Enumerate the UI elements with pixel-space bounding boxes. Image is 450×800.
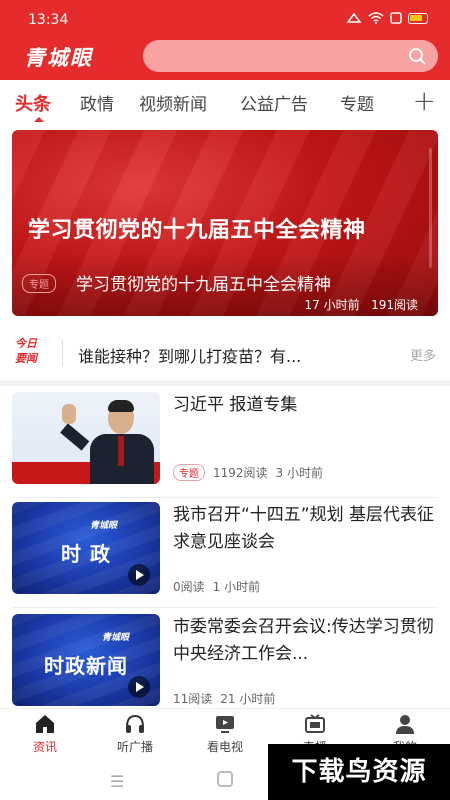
status-time: 13:34 [28,12,69,28]
banner-caption: 学习贯彻党的十九届五中全会精神 [76,275,331,295]
news-thumbnail: 青城眼 时 政 [12,502,160,594]
news-meta: 11阅读 21 小时前 [173,690,275,707]
news-item[interactable]: 青城眼 时 政 我市召开“十四五”规划 基层代表征求意见座谈会 0阅读 1 小时… [0,498,450,608]
nav-item-radio[interactable]: 听广播 [90,713,180,755]
tab-headlines[interactable]: 头条 [15,90,51,116]
news-reads: 11阅读 [173,692,213,706]
news-title: 习近平 报道专集 [173,395,298,415]
status-icons [346,12,428,24]
battery-icon [408,12,428,24]
live-icon [305,714,325,733]
hot-news-ticker[interactable]: 今日 要闻 谁能接种？到哪儿打疫苗？有... 更多 [0,326,450,380]
section-divider [0,380,450,386]
news-time: 3 小时前 [275,466,323,480]
status-bar: 13:34 [0,0,450,36]
thumb-hand [62,404,76,424]
news-meta: 专题 1192阅读 3 小时前 [173,464,323,481]
news-reads: 1192阅读 [213,466,268,480]
hot-news-badge: 今日 要闻 [15,336,37,366]
thumb-tie [118,436,124,466]
news-title: 我市召开“十四五”规划 基层代表征求意见座谈会 [173,505,435,552]
nav-item-tv[interactable]: 看电视 [180,713,270,755]
thumb-title: 时政新闻 [44,654,128,678]
featured-banner[interactable]: 学习贯彻党的十九届五中全会精神 专题 学习贯彻党的十九届五中全会精神 17 小时… [12,130,438,316]
active-tab-indicator [34,117,44,122]
tab-video-news[interactable]: 视频新闻 [139,90,207,115]
news-thumbnail: 青城眼 时政新闻 [12,614,160,706]
news-meta: 0阅读 1 小时前 [173,578,260,595]
banner-reads: 191阅读 [371,298,418,312]
divider [12,607,438,608]
notification-icon [346,12,362,23]
news-tag: 专题 [173,464,205,481]
tab-politics[interactable]: 政情 [80,90,114,115]
home-button-icon[interactable] [217,771,233,787]
banner-decoration [429,148,432,268]
thumb-title: 时 政 [61,542,111,566]
headphones-icon [126,714,144,733]
nav-item-news[interactable]: 资讯 [0,713,90,755]
thumb-hair [108,400,134,412]
tab-public-ads[interactable]: 公益广告 [240,90,308,115]
nav-label: 资讯 [32,740,57,754]
watermark: 下载鸟资源 [268,744,450,800]
app-header: 13:34 青城眼 [0,0,450,80]
news-thumbnail [12,392,160,484]
banner-time: 17 小时前 [304,298,360,312]
category-tabs: 头条 政情 视频新闻 公益广告 专题 + [0,80,450,124]
sim-icon [390,12,402,24]
thumb-logo: 青城眼 [90,521,118,531]
news-item[interactable]: 青城眼 时政新闻 市委常委会召开会议:传达学习贯彻中央经济工作会... 11阅读… [0,610,450,720]
nav-label: 看电视 [206,740,243,754]
news-reads: 0阅读 [173,580,205,594]
thumb-arm [60,423,90,451]
search-input[interactable] [143,40,438,72]
app-logo: 青城眼 [24,45,93,70]
menu-icon[interactable]: ☰ [110,772,124,791]
hot-badge-line1: 今日 [15,337,37,350]
hot-badge-line2: 要闻 [15,352,37,365]
wifi-icon [368,12,384,24]
play-icon[interactable] [128,564,150,586]
tab-topics[interactable]: 专题 [340,90,374,115]
news-time: 1 小时前 [212,580,261,594]
add-tab-icon[interactable]: + [413,84,436,117]
news-item[interactable]: 习近平 报道专集 专题 1192阅读 3 小时前 [0,388,450,498]
news-title: 市委常委会召开会议:传达学习贯彻中央经济工作会... [173,617,434,664]
banner-meta: 17 小时前 191阅读 [305,296,418,313]
divider [62,340,63,366]
tv-icon [216,716,234,733]
thumb-logo: 青城眼 [102,633,130,643]
hot-news-text[interactable]: 谁能接种？到哪儿打疫苗？有... [78,343,301,367]
search-icon[interactable] [408,47,426,65]
banner-headline: 学习贯彻党的十九届五中全会精神 [28,218,366,243]
play-icon[interactable] [128,676,150,698]
nav-label: 听广播 [116,740,153,754]
news-time: 21 小时前 [220,692,276,706]
home-icon [36,715,54,733]
banner-tag: 专题 [22,274,56,293]
more-link[interactable]: 更多 [410,345,436,364]
user-icon [396,715,414,734]
